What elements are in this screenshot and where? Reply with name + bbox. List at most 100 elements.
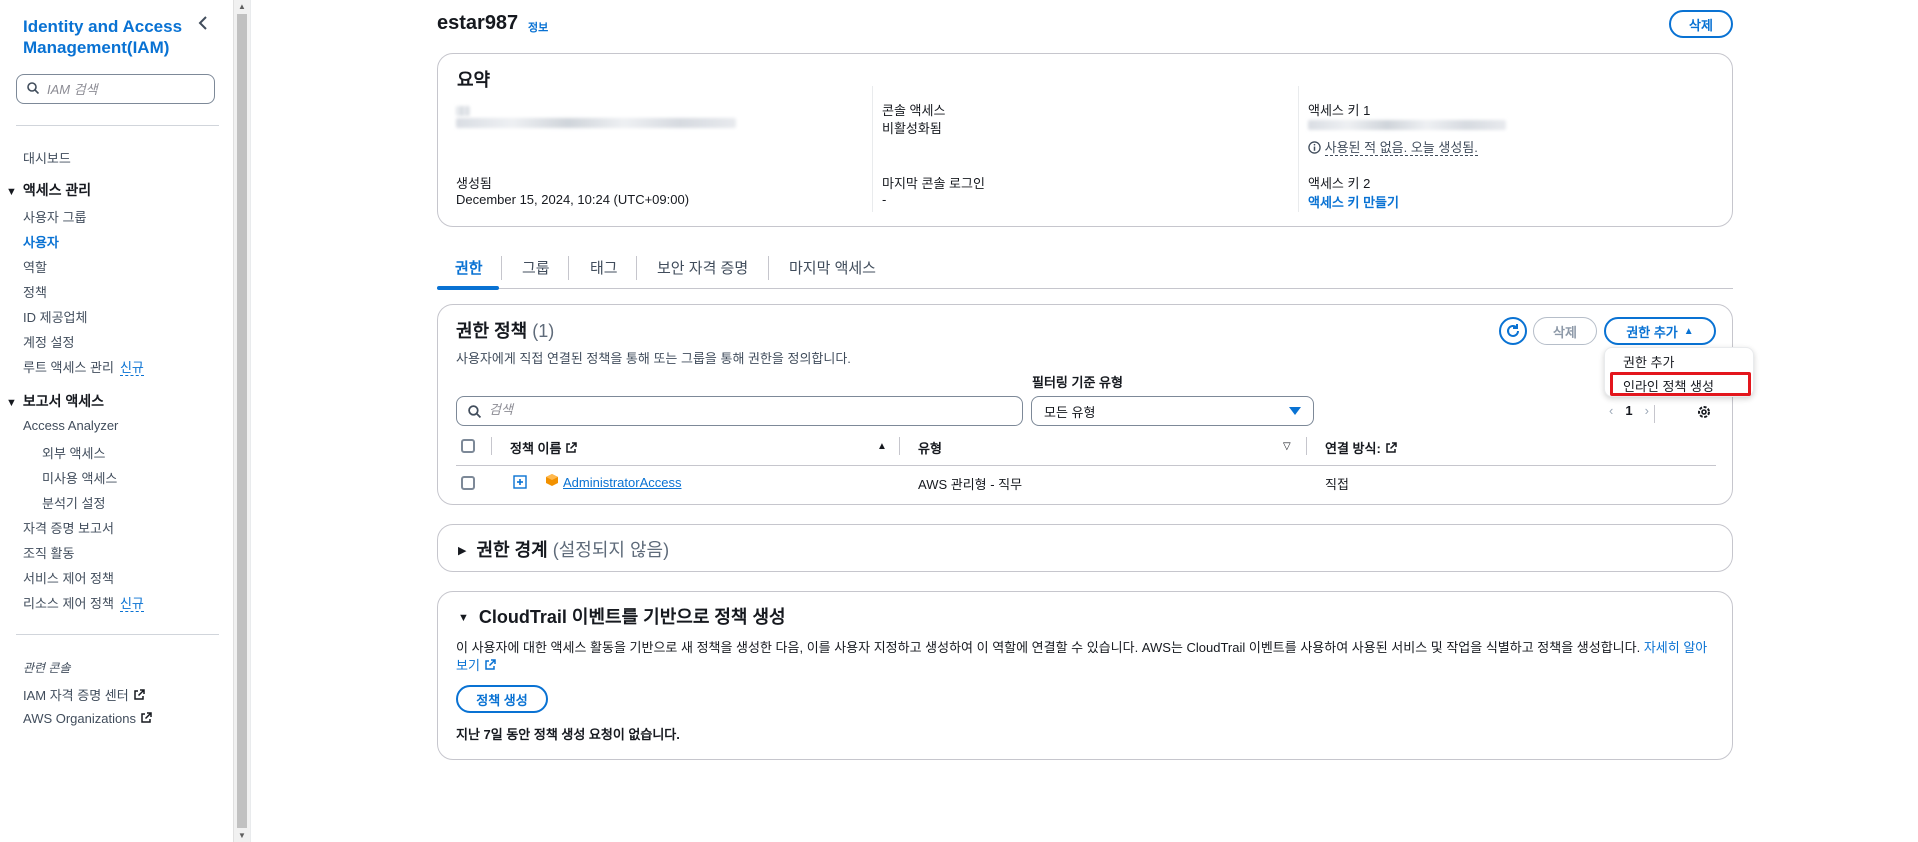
title-text: 권한 경계 bbox=[476, 540, 548, 560]
tab-security-credentials[interactable]: 보안 자격 증명 bbox=[657, 257, 748, 278]
sidebar-item-rcp[interactable]: 리소스 제어 정책 신규 bbox=[23, 593, 144, 612]
sidebar-item-org-activity[interactable]: 조직 활동 bbox=[23, 543, 74, 562]
info-link[interactable]: 정보 bbox=[528, 19, 548, 35]
active-tab-indicator bbox=[437, 286, 499, 290]
sidebar-item-identity-providers[interactable]: ID 제공업체 bbox=[23, 307, 87, 326]
add-permissions-dropdown: 권한 추가 인라인 정책 생성 bbox=[1604, 347, 1754, 397]
created-label: 생성됨 bbox=[456, 176, 492, 191]
caret-down-icon bbox=[1289, 407, 1301, 415]
new-badge: 신규 bbox=[119, 360, 144, 376]
access-key2-label: 액세스 키 2 bbox=[1308, 176, 1371, 191]
permissions-boundary-toggle[interactable]: ▶ 권한 경계 (설정되지 않음) bbox=[458, 536, 669, 562]
sidebar-search[interactable] bbox=[16, 74, 215, 104]
caret-right-icon: ▶ bbox=[458, 545, 467, 557]
permissions-description: 사용자에게 직접 연결된 정책을 통해 또는 그룹을 통해 권한을 정의합니다. bbox=[456, 351, 851, 366]
menu-item-add-permissions[interactable]: 권한 추가 bbox=[1623, 352, 1674, 371]
next-page-icon[interactable]: › bbox=[1645, 403, 1649, 418]
summary-title: 요약 bbox=[457, 70, 491, 90]
sidebar-item-dashboard[interactable]: 대시보드 bbox=[23, 148, 71, 167]
access-key1-label: 액세스 키 1 bbox=[1308, 103, 1371, 118]
policy-attached-via: 직접 bbox=[1325, 477, 1349, 492]
permissions-policies-card: 권한 정책 (1) 사용자에게 직접 연결된 정책을 통해 또는 그룹을 통해 … bbox=[437, 304, 1733, 505]
last-login-value: - bbox=[882, 192, 887, 207]
select-all-checkbox[interactable] bbox=[461, 439, 475, 453]
create-access-key-link[interactable]: 액세스 키 만들기 bbox=[1308, 192, 1399, 211]
sidebar-item-identity-center[interactable]: IAM 자격 증명 센터 bbox=[23, 685, 145, 704]
external-link-icon bbox=[566, 442, 578, 453]
sidebar-item-root-access[interactable]: 루트 액세스 관리 신규 bbox=[23, 357, 144, 376]
generate-policy-button[interactable]: 정책 생성 bbox=[456, 685, 548, 713]
sidebar-item-roles[interactable]: 역할 bbox=[23, 257, 47, 276]
caret-up-icon: ▲ bbox=[1683, 325, 1694, 337]
tab-permissions[interactable]: 권한 bbox=[455, 257, 483, 278]
scroll-down-icon[interactable]: ▼ bbox=[238, 831, 246, 840]
divider bbox=[899, 437, 900, 455]
cloudtrail-toggle[interactable]: ▼ CloudTrail 이벤트를 기반으로 정책 생성 bbox=[458, 603, 786, 629]
divider bbox=[872, 86, 873, 212]
divider bbox=[456, 465, 1716, 466]
caret-down-icon: ▼ bbox=[6, 397, 17, 409]
divider bbox=[768, 256, 769, 280]
section-label: 보고서 액세스 bbox=[22, 393, 105, 409]
console-access-value: 비활성화됨 bbox=[882, 121, 942, 136]
sidebar-title[interactable]: Identity and Access Management(IAM) bbox=[23, 16, 193, 58]
sidebar-search-input[interactable] bbox=[47, 81, 197, 97]
external-link-icon bbox=[485, 659, 496, 670]
column-header-attached-via[interactable]: 연결 방식: bbox=[1325, 438, 1397, 457]
expand-row-icon[interactable] bbox=[513, 475, 527, 492]
sidebar-item-policies[interactable]: 정책 bbox=[23, 282, 47, 301]
sidebar-item-unused-access[interactable]: 미사용 액세스 bbox=[42, 468, 117, 487]
policy-search-input[interactable] bbox=[489, 402, 789, 417]
delete-policy-button[interactable]: 삭제 bbox=[1533, 317, 1597, 345]
no-requests-note: 지난 7일 동안 정책 생성 요청이 없습니다. bbox=[456, 727, 680, 742]
scroll-thumb[interactable] bbox=[237, 14, 247, 828]
sidebar-item-access-analyzer[interactable]: Access Analyzer bbox=[23, 418, 118, 433]
tab-tags[interactable]: 태그 bbox=[590, 257, 618, 278]
caret-down-icon: ▼ bbox=[6, 186, 17, 198]
sidebar-scrollbar[interactable]: ▲ ▼ bbox=[233, 0, 250, 842]
external-link-icon bbox=[1386, 442, 1397, 453]
sidebar-item-user-groups[interactable]: 사용자 그룹 bbox=[23, 207, 86, 226]
tab-last-accessed[interactable]: 마지막 액세스 bbox=[789, 257, 876, 278]
cloudtrail-card: ▼ CloudTrail 이벤트를 기반으로 정책 생성 이 사용자에 대한 액세… bbox=[437, 591, 1733, 760]
collapse-sidebar-icon[interactable] bbox=[198, 16, 208, 35]
item-label: IAM 자격 증명 센터 bbox=[23, 688, 129, 703]
prev-page-icon[interactable]: ‹ bbox=[1609, 403, 1613, 418]
sidebar-item-organizations[interactable]: AWS Organizations bbox=[23, 711, 152, 726]
tab-groups[interactable]: 그룹 bbox=[522, 257, 550, 278]
sidebar-item-users[interactable]: 사용자 bbox=[23, 232, 59, 251]
page-number[interactable]: 1 bbox=[1625, 403, 1632, 418]
sidebar-item-external-access[interactable]: 외부 액세스 bbox=[42, 443, 105, 462]
redacted-access-key bbox=[1308, 120, 1506, 130]
add-permissions-button[interactable]: 권한 추가 ▲ bbox=[1604, 317, 1716, 345]
search-icon bbox=[27, 82, 39, 94]
sidebar: Identity and Access Management(IAM) 대시보드… bbox=[0, 0, 233, 842]
sort-ascending-icon[interactable]: ▲ bbox=[877, 441, 887, 452]
sidebar-item-credential-report[interactable]: 자격 증명 보고서 bbox=[23, 518, 114, 537]
policy-type: AWS 관리형 - 직무 bbox=[918, 477, 1023, 492]
policy-name-link[interactable]: AdministratorAccess bbox=[563, 475, 681, 490]
console-access-label: 콘솔 액세스 bbox=[882, 103, 946, 118]
sidebar-item-scp[interactable]: 서비스 제어 정책 bbox=[23, 568, 114, 587]
sidebar-section-access-mgmt[interactable]: ▼ 액세스 관리 bbox=[6, 180, 91, 200]
divider bbox=[501, 256, 502, 280]
policy-count: (1) bbox=[532, 321, 555, 341]
new-badge: 신규 bbox=[119, 596, 144, 612]
row-checkbox[interactable] bbox=[461, 476, 475, 490]
access-key1-note: 사용된 적 없음. 오늘 생성됨. bbox=[1308, 137, 1478, 156]
sidebar-item-analyzer-settings[interactable]: 분석기 설정 bbox=[42, 493, 105, 512]
summary-card: 요약 생성됨 December 15, 2024, 10:24 (UTC+09:… bbox=[437, 53, 1733, 227]
note-text: 사용된 적 없음. 오늘 생성됨. bbox=[1324, 140, 1478, 156]
button-label: 권한 추가 bbox=[1626, 324, 1678, 340]
column-header-type[interactable]: 유형 bbox=[918, 438, 942, 457]
sidebar-item-account-settings[interactable]: 계정 설정 bbox=[23, 332, 74, 351]
column-header-policy-name[interactable]: 정책 이름 bbox=[510, 438, 578, 457]
refresh-button[interactable] bbox=[1499, 317, 1527, 345]
settings-gear-icon[interactable] bbox=[1696, 404, 1712, 423]
delete-user-button[interactable]: 삭제 bbox=[1669, 10, 1733, 38]
sort-descending-icon[interactable]: ▽ bbox=[1283, 441, 1291, 452]
scroll-up-icon[interactable]: ▲ bbox=[238, 2, 246, 11]
policy-search[interactable] bbox=[456, 396, 1023, 426]
filter-type-select[interactable]: 모든 유형 bbox=[1031, 396, 1314, 426]
sidebar-section-reports[interactable]: ▼ 보고서 액세스 bbox=[6, 391, 104, 411]
